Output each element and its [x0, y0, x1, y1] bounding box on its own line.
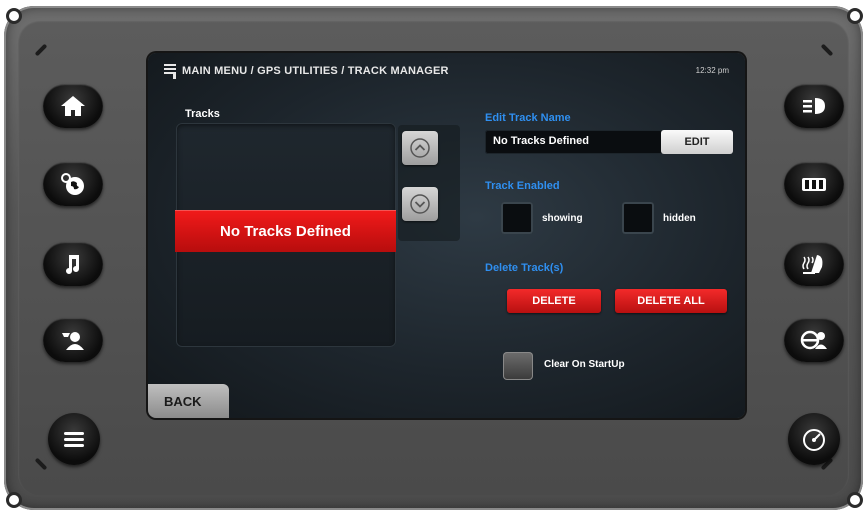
clear-on-startup-checkbox[interactable] — [503, 352, 533, 380]
scroll-controls — [398, 125, 460, 241]
clock: 12:32 pm — [695, 66, 729, 75]
delete-all-button[interactable]: DELETE ALL — [615, 289, 727, 313]
seat-heat-button[interactable] — [784, 242, 844, 286]
list-item[interactable]: No Tracks Defined — [175, 210, 396, 252]
chevron-up-icon — [410, 138, 430, 158]
seat-heat-icon — [802, 255, 823, 274]
navigation-button[interactable] — [43, 162, 103, 206]
music-icon — [66, 255, 79, 274]
hidden-label: hidden — [663, 213, 696, 224]
menu-icon — [64, 432, 84, 447]
contacts-icon — [62, 332, 84, 350]
screw-bottom-right — [847, 492, 863, 508]
delete-button[interactable]: DELETE — [507, 289, 601, 313]
headlight-icon — [803, 98, 825, 114]
screw-top-right — [847, 8, 863, 24]
back-button[interactable]: BACK — [148, 384, 229, 418]
gauge-button[interactable] — [788, 413, 840, 465]
contacts-button[interactable] — [43, 318, 103, 362]
title-bar: MAIN MENU / GPS UTILITIES / TRACK MANAGE… — [148, 53, 745, 87]
battery-button[interactable] — [784, 162, 844, 206]
delete-tracks-label: Delete Track(s) — [485, 262, 564, 274]
menu-list-icon — [164, 64, 176, 79]
gauge-icon — [803, 429, 825, 451]
track-name-value: No Tracks Defined — [493, 135, 589, 147]
edit-track-name-label: Edit Track Name — [485, 112, 571, 124]
battery-icon — [802, 178, 826, 191]
hidden-checkbox[interactable] — [622, 202, 654, 234]
showing-checkbox[interactable] — [501, 202, 533, 234]
main-menu-button[interactable] — [48, 413, 100, 465]
track-enabled-label: Track Enabled — [485, 180, 560, 192]
audio-button[interactable] — [43, 242, 103, 286]
showing-label: showing — [542, 213, 583, 224]
home-button[interactable] — [43, 84, 103, 128]
home-icon — [61, 96, 85, 116]
display-screen: MAIN MENU / GPS UTILITIES / TRACK MANAGE… — [148, 53, 745, 418]
clear-on-startup-label: Clear On StartUp — [544, 359, 625, 370]
tracks-label: Tracks — [185, 108, 220, 120]
headlight-button[interactable] — [784, 84, 844, 128]
screw-bottom-left — [6, 492, 22, 508]
screw-top-left — [6, 8, 22, 24]
scroll-up-button[interactable] — [402, 131, 438, 165]
globe-icon — [61, 173, 84, 195]
scroll-down-button[interactable] — [402, 187, 438, 221]
steering-button[interactable] — [784, 318, 844, 362]
page-title: MAIN MENU / GPS UTILITIES / TRACK MANAGE… — [182, 65, 449, 77]
edit-button[interactable]: EDIT — [661, 130, 733, 154]
steering-icon — [800, 330, 827, 350]
chevron-down-icon — [410, 194, 430, 214]
